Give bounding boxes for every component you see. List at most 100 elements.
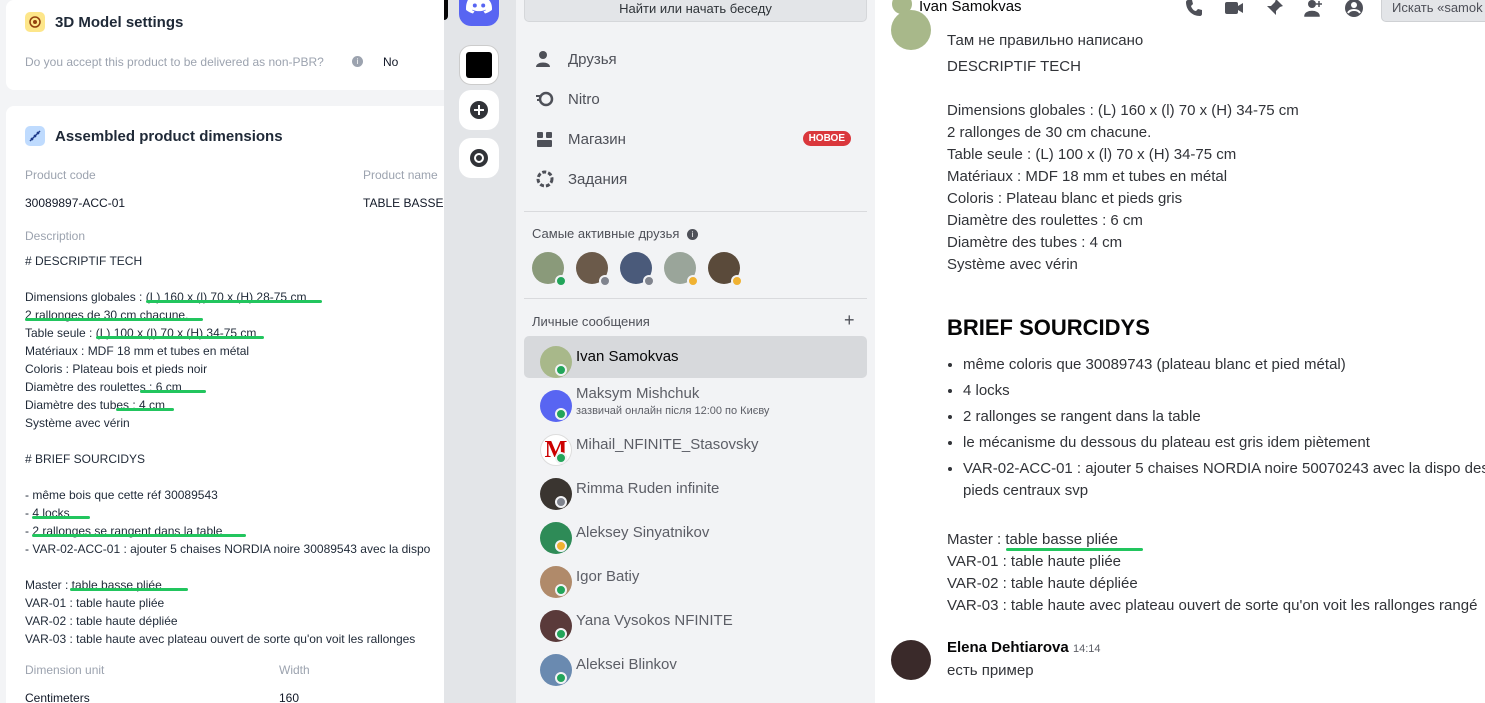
status-dot (555, 452, 567, 464)
message-reply: есть пример (947, 662, 1034, 679)
divider (524, 298, 867, 299)
dm-name: Igor Batiy (576, 568, 640, 585)
add-friend-icon[interactable] (1304, 0, 1324, 18)
info-icon[interactable]: i (352, 56, 363, 67)
status-dot (555, 628, 567, 640)
status-dot (555, 275, 567, 287)
product-code-label: Product code (25, 168, 96, 182)
message-descriptif: DESCRIPTIF TECH Dimensions globales : (L… (947, 58, 1299, 273)
new-dm-plus-icon[interactable]: + (844, 310, 855, 331)
dm-row-aleksei[interactable]: Aleksei Blinkov (524, 644, 867, 686)
find-conversation-button[interactable]: Найти или начать беседу (524, 0, 867, 22)
product-page: 3D Model settings Do you accept this pro… (0, 0, 444, 703)
sender-avatar[interactable] (891, 640, 931, 680)
nav-friends-label: Друзья (568, 50, 617, 68)
chat-header: Ivan Samokvas Искать «samok (875, 0, 1485, 22)
dm-name: Aleksei Blinkov (576, 656, 677, 673)
active-friends-label: Самые активные друзья (532, 226, 680, 241)
active-friend-avatar[interactable] (532, 252, 567, 287)
message-variants: Master : table basse pliée VAR-01 : tabl… (947, 531, 1478, 614)
dm-name: Yana Vysokos NFINITE (576, 612, 733, 629)
brief-item: VAR-02-ACC-01 : ajouter 5 chaises NORDIA… (963, 458, 1485, 502)
sender-avatar[interactable] (891, 10, 931, 50)
dm-row-aleksey[interactable]: Aleksey Sinyatnikov (524, 512, 867, 554)
video-icon[interactable] (1224, 0, 1244, 18)
status-dot (555, 540, 567, 552)
explore-button[interactable] (459, 138, 499, 178)
status-dot (555, 584, 567, 596)
brief-item: même coloris que 30089743 (plateau blanc… (963, 354, 1485, 376)
add-server-button[interactable] (459, 90, 499, 130)
status-dot (687, 275, 699, 287)
server-icon[interactable] (459, 45, 499, 85)
brief-heading: BRIEF SOURCIDYS (947, 315, 1150, 340)
info-icon[interactable]: i (687, 229, 699, 241)
status-dot (643, 275, 655, 287)
dimensions-title: Assembled product dimensions (55, 128, 283, 145)
active-friend-avatar[interactable] (664, 252, 699, 287)
nav-quests-label: Задания (568, 170, 628, 188)
dm-row-igor[interactable]: Igor Batiy (524, 556, 867, 598)
chat-panel: Ivan Samokvas Искать «samok Там не прави… (875, 0, 1485, 703)
new-badge: НОВОЕ (802, 131, 851, 146)
nav-friends[interactable]: Друзья (524, 39, 867, 79)
dm-name: Mihail_NFINITE_Stasovsky (576, 436, 759, 453)
status-dot (599, 275, 611, 287)
plus-circle-icon (470, 101, 488, 119)
highlight-underline (96, 336, 264, 339)
profile-icon[interactable] (1344, 0, 1364, 18)
nav-nitro-label: Nitro (568, 90, 600, 108)
nav-quests[interactable]: Задания (524, 159, 867, 199)
active-friends-heading: Самые активные друзья i (532, 226, 699, 241)
width-label: Width (279, 663, 310, 677)
dm-row-ivan[interactable]: Ivan Samokvas (524, 336, 867, 378)
dimensions-card: Assembled product dimensions Product cod… (6, 106, 444, 703)
product-name-label: Product name (363, 168, 438, 182)
chat-search-input[interactable]: Искать «samok (1381, 0, 1485, 22)
nav-shop-label: Магазин (568, 130, 626, 148)
active-friend-avatar[interactable] (576, 252, 611, 287)
message-intro: Там не правильно написано (947, 32, 1144, 49)
pin-icon[interactable] (1264, 0, 1284, 18)
active-friend-avatar[interactable] (708, 252, 743, 287)
highlight-underline (1006, 548, 1143, 551)
nitro-icon (534, 88, 556, 110)
active-friend-avatar[interactable] (620, 252, 655, 287)
dm-sidebar: Найти или начать беседу Друзья Nitro Маг… (516, 0, 875, 703)
dm-name: Aleksey Sinyatnikov (576, 524, 710, 541)
highlight-underline (25, 318, 203, 321)
direct-messages-label: Личные сообщения (532, 314, 650, 329)
brief-item: le mécanisme du dessous du plateau est g… (963, 432, 1485, 454)
divider (524, 211, 867, 212)
brief-item: 4 locks (963, 380, 1485, 402)
compass-icon (470, 149, 488, 167)
brief-list: même coloris que 30089743 (plateau blanc… (963, 354, 1485, 506)
dm-name: Maksym Mishchuk (576, 385, 700, 402)
highlight-underline (146, 300, 322, 303)
dm-row-yana[interactable]: Yana Vysokos NFINITE (524, 600, 867, 642)
nav-nitro[interactable]: Nitro (524, 79, 867, 119)
model-settings-card: 3D Model settings Do you accept this pro… (6, 0, 444, 90)
dm-name: Rimma Ruden infinite (576, 480, 720, 497)
status-dot (555, 672, 567, 684)
product-code-value: 30089897-ACC-01 (25, 196, 126, 210)
discord-home-button[interactable] (459, 0, 499, 26)
status-dot (555, 408, 567, 420)
server-rail (444, 0, 516, 703)
dm-row-mihail[interactable]: M Mihail_NFINITE_Stasovsky (524, 424, 867, 466)
dm-row-rimma[interactable]: Rimma Ruden infinite (524, 468, 867, 510)
non-pbr-question: Do you accept this product to be deliver… (25, 55, 324, 69)
dm-name: Ivan Samokvas (576, 348, 679, 365)
status-dot (555, 496, 567, 508)
ruler-icon (25, 126, 45, 146)
dimension-unit-value: Centimeters (25, 691, 90, 703)
phone-icon[interactable] (1184, 0, 1204, 18)
message-author[interactable]: Elena Dehtiarova (947, 639, 1069, 656)
status-dot (731, 275, 743, 287)
friends-icon (534, 48, 556, 70)
highlight-underline (116, 408, 174, 411)
non-pbr-answer[interactable]: No (383, 55, 398, 69)
model-settings-title: 3D Model settings (55, 14, 184, 31)
dm-row-maksym[interactable]: Maksym Mishchuk зазвичай онлайн після 12… (524, 380, 867, 422)
nav-shop[interactable]: Магазин НОВОЕ (524, 119, 867, 159)
